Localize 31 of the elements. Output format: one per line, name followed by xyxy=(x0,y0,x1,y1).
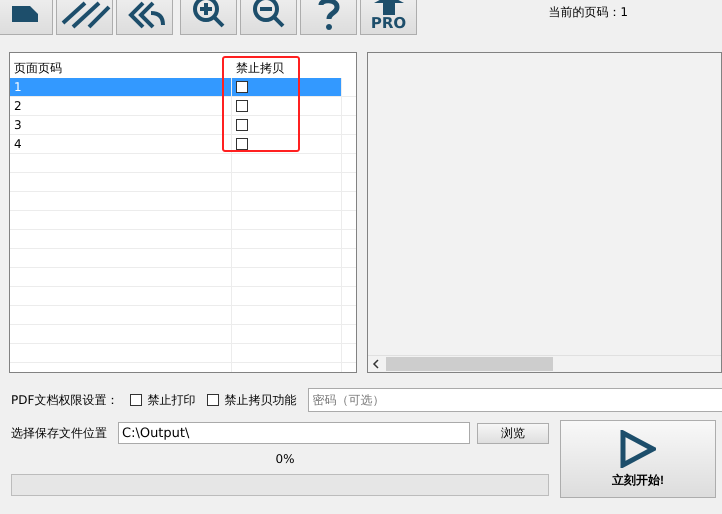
table-row[interactable]: 2 xyxy=(10,97,356,116)
browse-button[interactable]: 浏览 xyxy=(477,422,549,444)
checkbox[interactable] xyxy=(236,100,248,112)
checkbox[interactable] xyxy=(236,138,248,150)
password-field[interactable]: 密码（可选） xyxy=(308,388,722,412)
table-row[interactable]: 4 xyxy=(10,135,356,154)
current-page-label: 当前的页码：1 xyxy=(548,4,628,21)
document-icon xyxy=(12,6,38,22)
output-path-field[interactable]: C:\Output\ xyxy=(118,422,470,444)
column-header: 页面页码 xyxy=(13,60,63,76)
page-number-cell: 4 xyxy=(10,135,232,153)
checkbox-option[interactable]: 禁止拷贝功能 xyxy=(207,392,296,408)
checkbox-option[interactable]: 禁止打印 xyxy=(130,392,196,408)
scrollbar-thumb[interactable] xyxy=(386,357,553,371)
permissions-label: PDF文档权限设置： xyxy=(11,392,118,408)
arrow-up-icon xyxy=(374,0,404,15)
horizontal-scrollbar[interactable] xyxy=(368,355,721,372)
output-location-label: 选择保存文件位置 xyxy=(11,424,107,442)
pro-button[interactable]: PRO xyxy=(360,0,417,35)
checkbox[interactable] xyxy=(236,119,248,131)
play-icon xyxy=(620,430,656,468)
start-button[interactable]: 立刻开始! xyxy=(560,420,716,498)
help-icon xyxy=(316,0,340,31)
progress-reading: 0% xyxy=(275,452,295,466)
column-header: 禁止拷贝 xyxy=(235,60,285,76)
page-number-cell: 1 xyxy=(10,78,232,96)
page-number-cell: 3 xyxy=(10,116,232,134)
checkbox[interactable] xyxy=(236,81,248,93)
scroll-left-icon[interactable] xyxy=(372,359,380,369)
page-number-cell: 2 xyxy=(10,97,232,115)
table-row[interactable]: 3 xyxy=(10,116,356,135)
